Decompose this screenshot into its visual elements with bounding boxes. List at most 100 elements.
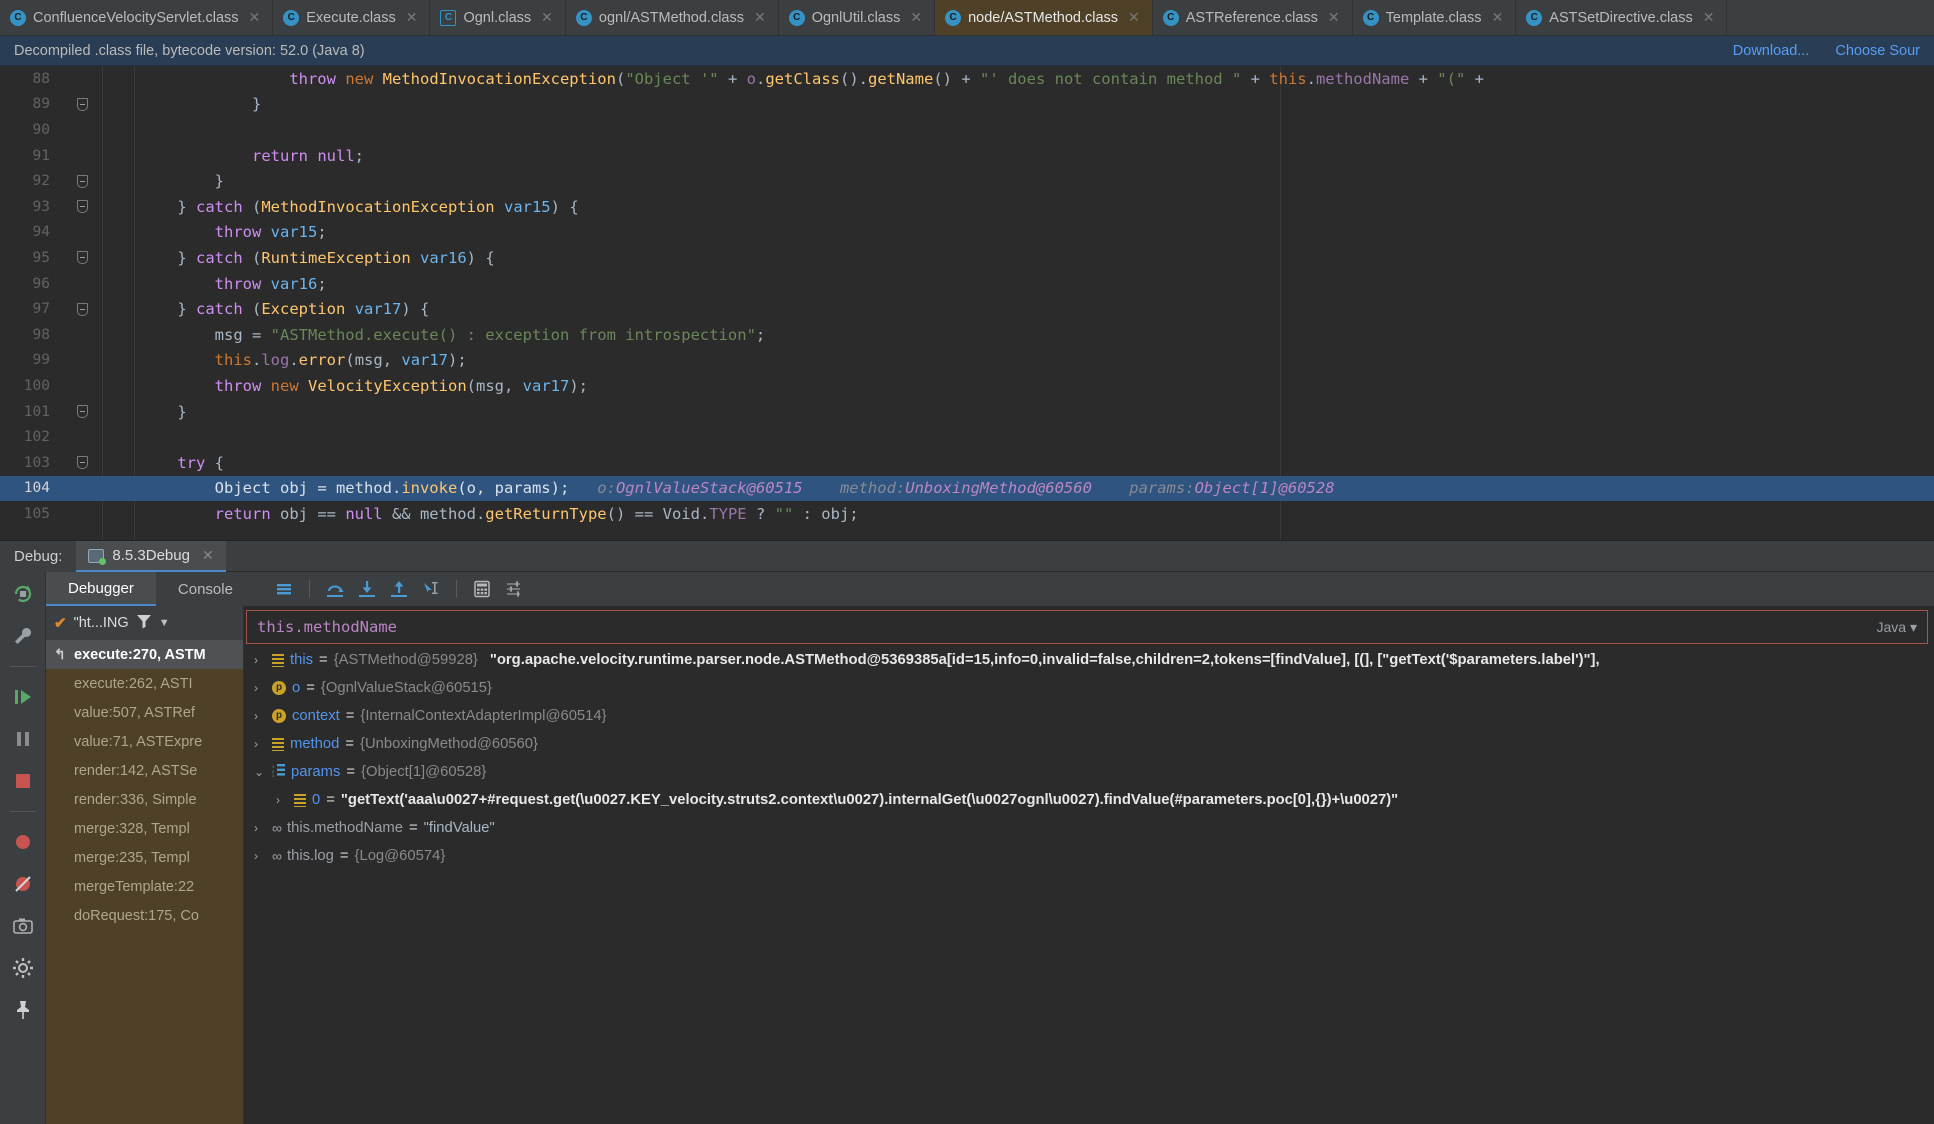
fold-marker-icon[interactable] [76, 302, 88, 316]
settings-wrench-icon[interactable] [9, 622, 37, 650]
code-line[interactable]: 91 return null; [0, 143, 1934, 169]
fold-marker-icon[interactable] [76, 97, 88, 111]
code-line[interactable]: 94 throw var15; [0, 220, 1934, 246]
editor-tab-5[interactable]: Cnode/ASTMethod.class ✕ [935, 0, 1153, 35]
step-out-icon[interactable] [384, 575, 414, 603]
debug-session-tab[interactable]: 8.5.3Debug ✕ [76, 541, 226, 572]
frame-row[interactable]: mergeTemplate:22 [46, 872, 243, 901]
watch-expression-input[interactable]: this.methodName Java ▾ [246, 610, 1928, 644]
run-to-cursor-icon[interactable] [416, 575, 446, 603]
close-icon[interactable]: ✕ [249, 9, 261, 26]
chevron-right-icon[interactable]: › [254, 709, 266, 723]
filter-icon[interactable] [136, 613, 152, 633]
editor-tab-1[interactable]: C Execute.class ✕ [273, 0, 431, 35]
variable-row[interactable]: › 0 = "getText('aaa\u0027+#request.get(\u… [244, 786, 1934, 814]
code-line[interactable]: 92 } [0, 168, 1934, 194]
settings-list-icon[interactable] [499, 575, 529, 603]
editor-tab-0[interactable]: C ConfluenceVelocityServlet.class ✕ [0, 0, 274, 35]
fold-marker-icon[interactable] [76, 174, 88, 188]
chevron-right-icon[interactable]: › [276, 793, 288, 807]
fold-marker-icon[interactable] [76, 200, 88, 214]
rerun-icon[interactable] [9, 580, 37, 608]
pause-program-icon[interactable] [9, 725, 37, 753]
code-line[interactable]: 97 } catch (Exception var17) { [0, 296, 1934, 322]
variable-row[interactable]: › p context = {InternalContextAdapterImpl@… [244, 702, 1934, 730]
variable-row[interactable]: › ∞ this.log = {Log@60574} [244, 842, 1934, 870]
code-line[interactable]: 101 } [0, 399, 1934, 425]
inline-hint-value[interactable]: UnboxingMethod@60560 [905, 479, 1092, 497]
download-sources-link[interactable]: Download... [1733, 43, 1810, 59]
code-line[interactable]: 90 [0, 117, 1934, 143]
code-line[interactable]: 100 throw new VelocityException(msg, var… [0, 373, 1934, 399]
code-line[interactable]: 103 try { [0, 450, 1934, 476]
thread-selector[interactable]: ✔ "ht...ING ▼ [46, 606, 243, 640]
frame-row[interactable]: ↰ execute:270, ASTM [46, 640, 243, 669]
camera-icon[interactable] [9, 912, 37, 940]
code-line[interactable]: 88 throw new MethodInvocationException("… [0, 66, 1934, 92]
close-icon[interactable]: ✕ [541, 9, 553, 26]
variable-row[interactable]: › ∞ this.methodName = "findValue" [244, 814, 1934, 842]
stop-icon[interactable] [9, 767, 37, 795]
fold-gutter[interactable] [62, 97, 102, 111]
tab-console[interactable]: Console [155, 572, 255, 606]
close-icon[interactable]: ✕ [1492, 9, 1504, 26]
fold-gutter[interactable] [62, 174, 102, 188]
fold-marker-icon[interactable] [76, 405, 88, 419]
chevron-right-icon[interactable]: › [254, 653, 266, 667]
frame-row[interactable]: execute:262, ASTI [46, 669, 243, 698]
settings-gear-icon[interactable] [9, 954, 37, 982]
choose-sources-link[interactable]: Choose Sour [1835, 43, 1920, 59]
resume-program-icon[interactable] [9, 683, 37, 711]
chevron-right-icon[interactable]: › [254, 681, 266, 695]
code-line[interactable]: 93 } catch (MethodInvocationException va… [0, 194, 1934, 220]
close-icon[interactable]: ✕ [202, 547, 214, 564]
close-icon[interactable]: ✕ [910, 9, 922, 26]
frame-row[interactable]: render:336, Simple [46, 785, 243, 814]
evaluate-expression-icon[interactable] [467, 575, 497, 603]
editor-tab-8[interactable]: C ASTSetDirective.class ✕ [1516, 0, 1728, 35]
show-execution-point-icon[interactable] [269, 575, 299, 603]
code-line-current[interactable]: 104 Object obj = method.invoke(o, params… [0, 475, 1934, 502]
editor-tab-2[interactable]: C Ognl.class ✕ [430, 0, 566, 35]
inline-hint-value[interactable]: OgnlValueStack@60515 [616, 479, 803, 497]
fold-gutter[interactable] [62, 200, 102, 214]
editor-tab-3[interactable]: Cognl/ASTMethod.class ✕ [565, 0, 779, 35]
fold-marker-icon[interactable] [76, 251, 88, 265]
chevron-right-icon[interactable]: › [254, 821, 266, 835]
frame-row[interactable]: value:71, ASTExpre [46, 727, 243, 756]
close-icon[interactable]: ✕ [1703, 9, 1715, 26]
view-breakpoints-icon[interactable] [9, 870, 37, 898]
frame-row[interactable]: render:142, ASTSe [46, 756, 243, 785]
variable-row[interactable]: › method = {UnboxingMethod@60560} [244, 730, 1934, 758]
frame-row[interactable]: value:507, ASTRef [46, 698, 243, 727]
close-icon[interactable]: ✕ [1128, 9, 1140, 26]
expression-language-selector[interactable]: Java ▾ [1877, 619, 1918, 636]
frame-row[interactable]: doRequest:175, Co [46, 901, 243, 930]
fold-gutter[interactable] [62, 251, 102, 265]
frame-row[interactable]: merge:235, Templ [46, 843, 243, 872]
variable-row[interactable]: › p o = {OgnlValueStack@60515} [244, 674, 1934, 702]
code-line[interactable]: 89 } [0, 92, 1934, 118]
inline-hint-value[interactable]: Object[1]@60528 [1195, 479, 1335, 497]
fold-gutter[interactable] [62, 405, 102, 419]
editor-tab-6[interactable]: C ASTReference.class ✕ [1152, 0, 1353, 35]
pin-icon[interactable] [9, 996, 37, 1024]
code-line[interactable]: 95 } catch (RuntimeException var16) { [0, 245, 1934, 271]
step-into-icon[interactable] [352, 575, 382, 603]
fold-marker-icon[interactable] [76, 456, 88, 470]
code-line[interactable]: 99 this.log.error(msg, var17); [0, 348, 1934, 374]
editor-tab-7[interactable]: C Template.class ✕ [1352, 0, 1517, 35]
tab-debugger[interactable]: Debugger [46, 572, 156, 606]
step-over-icon[interactable] [320, 575, 350, 603]
close-icon[interactable]: ✕ [754, 9, 766, 26]
variable-row[interactable]: ⌄ 1 2 3 params = {Object[1]@60528} [244, 758, 1934, 786]
chevron-down-icon[interactable]: ▼ [159, 617, 170, 629]
chevron-right-icon[interactable]: › [254, 737, 266, 751]
code-line[interactable]: 102 [0, 424, 1934, 450]
code-line[interactable]: 96 throw var16; [0, 271, 1934, 297]
code-line[interactable]: 105 return obj == null && method.getRetu… [0, 501, 1934, 527]
close-icon[interactable]: ✕ [406, 9, 418, 26]
chevron-down-icon[interactable]: ⌄ [254, 765, 266, 779]
fold-gutter[interactable] [62, 302, 102, 316]
mute-breakpoints-icon[interactable] [9, 828, 37, 856]
